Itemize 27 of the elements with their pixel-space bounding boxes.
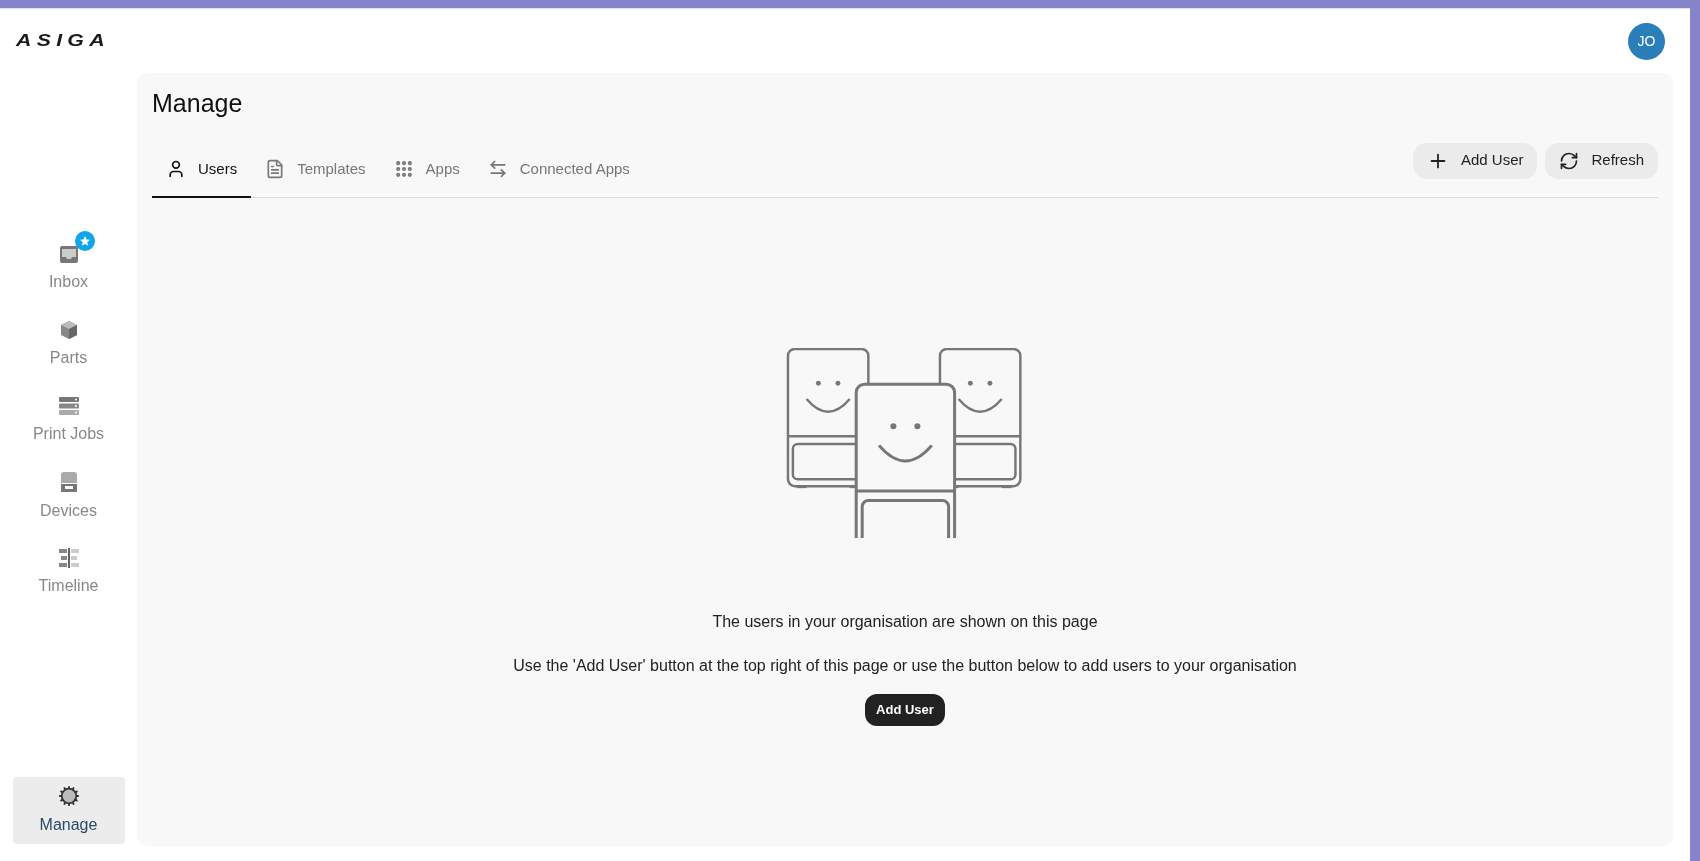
sidebar-item[interactable]: Timeline: [12, 539, 125, 606]
add-user-button[interactable]: Add User: [865, 693, 945, 726]
sidebar-item[interactable]: Inbox: [12, 235, 125, 302]
sidebar-item[interactable]: Print Jobs: [12, 387, 125, 454]
page-title: Manage: [152, 88, 243, 119]
cube-icon: [59, 319, 78, 340]
user-avatar[interactable]: JO: [1628, 22, 1665, 60]
inbox-tray-icon: [58, 243, 79, 264]
tab[interactable]: Apps: [379, 142, 474, 198]
server-stack-icon: [57, 395, 80, 416]
tab[interactable]: Templates: [251, 142, 380, 198]
tab[interactable]: Connected Apps: [473, 142, 644, 198]
sidebar-item[interactable]: Parts: [12, 311, 125, 378]
tab[interactable]: Users: [152, 142, 252, 198]
sidebar-item[interactable]: Manage: [12, 777, 125, 844]
sidebar-item[interactable]: Devices: [12, 463, 125, 530]
brand-logo: ASIGA: [16, 30, 110, 53]
person-icon: [166, 159, 186, 179]
empty-state-heading: The users in your organisation are shown on this page: [712, 611, 1098, 632]
timeline-icon: [57, 547, 80, 568]
empty-state-hint: Use the 'Add User' button at the top right of this page or use the button below to add users to your organisation: [513, 655, 1297, 676]
grid-icon: [393, 159, 414, 179]
gear-icon: [57, 784, 80, 807]
action-button[interactable]: Refresh: [1545, 142, 1658, 179]
printer-icon: [59, 470, 78, 493]
refresh-icon: [1559, 150, 1580, 171]
action-button[interactable]: Add User: [1412, 142, 1538, 179]
